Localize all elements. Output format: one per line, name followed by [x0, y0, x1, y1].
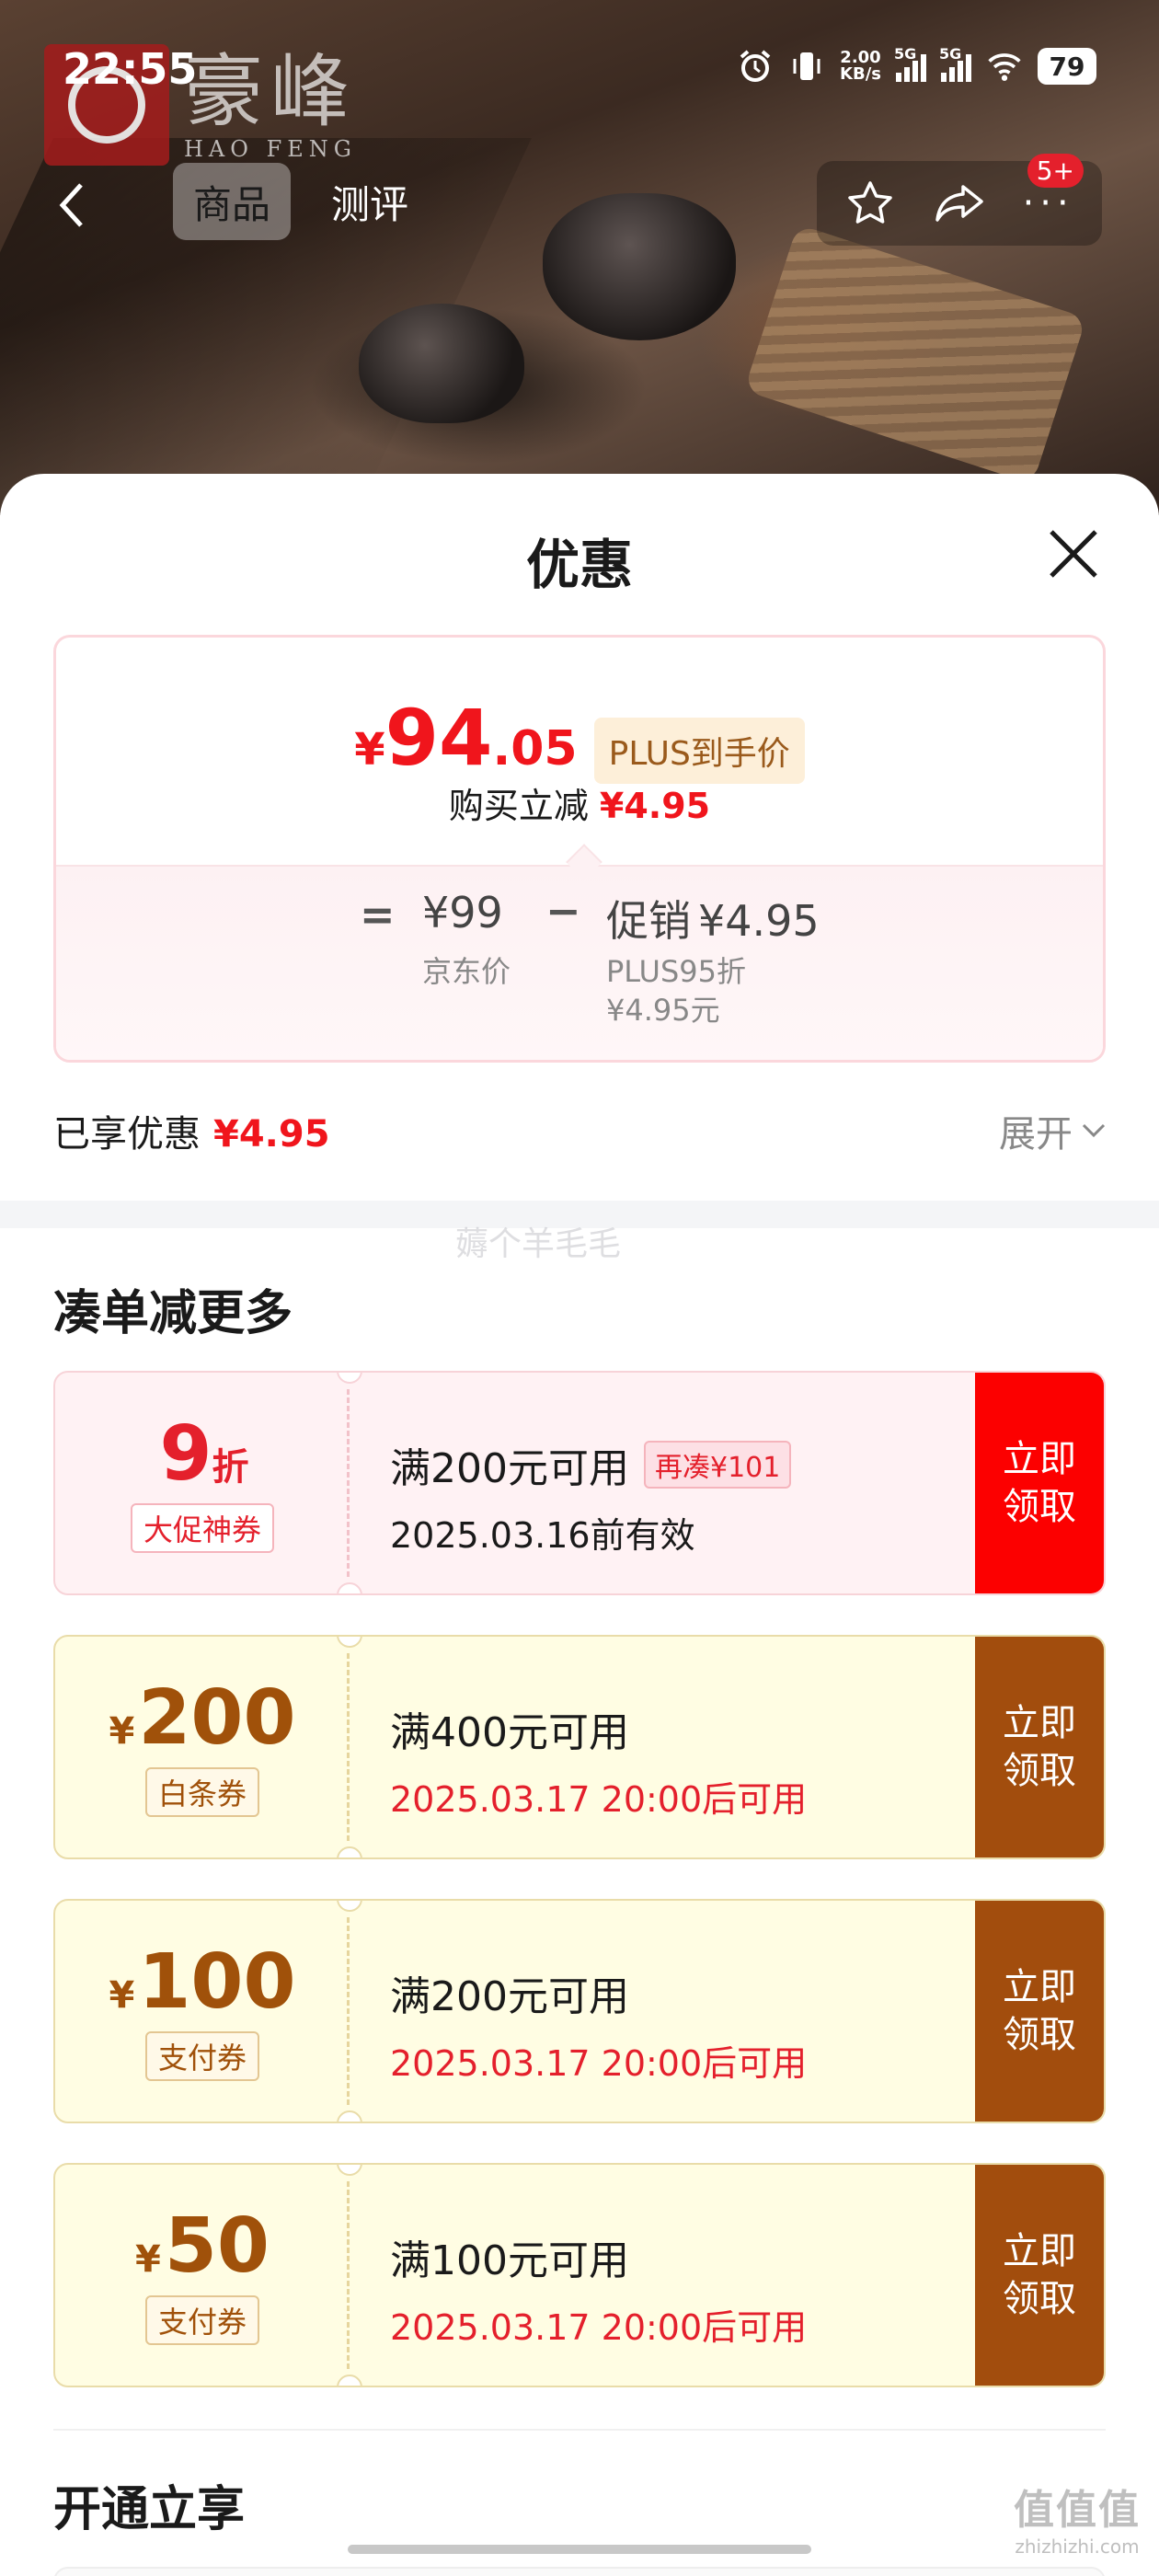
signal-strength-icon: 5G: [894, 45, 926, 82]
close-button[interactable]: [1041, 522, 1106, 586]
teapot-image: [359, 304, 524, 423]
promo-detail-amount: ¥4.95元: [606, 993, 720, 1028]
site-watermark: 值值值 zhizhizhi.com: [1014, 2487, 1141, 2558]
share-button[interactable]: [930, 174, 989, 233]
coupon-validity: 2025.03.17 20:00后可用: [390, 1779, 808, 1820]
network-speed: 2.00 KB/s: [840, 48, 881, 84]
product-nav-bar: 商品 测评 ··· 5+: [0, 154, 1159, 248]
coupon-type: 支付券: [144, 2031, 259, 2081]
tea-towel-image: [743, 224, 1087, 485]
tab-product[interactable]: 商品: [173, 163, 292, 240]
jd-price-label: 京东价: [422, 954, 511, 989]
signal-strength-icon-2: 5G: [939, 45, 971, 82]
section-title-more-deals: 凑单减更多: [53, 1286, 293, 1341]
promo-detail: PLUS95折: [606, 954, 746, 989]
coupon-condition: 满200元可用: [390, 1973, 629, 2020]
coupon-card: 9折 大促神券 满200元可用 再凑¥101 2025.03.16前有效 立即领…: [53, 1371, 1106, 1595]
coupon-card: ¥100 支付券 满200元可用 2025.03.17 20:00后可用 立即领…: [53, 1899, 1106, 2123]
battery-indicator: 79: [1038, 48, 1096, 85]
promo-discount: 促销 ¥4.95: [606, 896, 820, 946]
status-time: 22:55: [63, 44, 198, 94]
back-button[interactable]: [42, 168, 99, 242]
wifi-icon: [986, 48, 1023, 85]
price-breakdown-card: ¥94.05 PLUS到手价 购买立减 ¥4.95 = ¥99 京东价 − 促销 ¥…: [53, 635, 1106, 1063]
coupon-card: ¥200 白条券 满400元可用 2025.03.17 20:00后可用 立即领…: [53, 1635, 1106, 1859]
coupon-value: ¥100: [109, 1938, 296, 2026]
section-title-membership: 开通立享: [53, 2482, 246, 2537]
claim-coupon-button[interactable]: 立即领取: [975, 1901, 1104, 2122]
coupon-type: 支付券: [144, 2295, 259, 2345]
claim-coupon-button[interactable]: 立即领取: [975, 1637, 1104, 1857]
close-icon: [1050, 530, 1097, 578]
coupon-condition: 满400元可用: [390, 1709, 629, 1756]
coupon-type: 大促神券: [130, 1503, 274, 1553]
coupon-condition: 满200元可用: [390, 1445, 629, 1492]
favorite-button[interactable]: [841, 174, 900, 233]
coupon-validity: 2025.03.17 20:00后可用: [390, 2043, 808, 2084]
final-price: ¥94.05: [354, 693, 578, 783]
star-icon: [848, 181, 893, 224]
brand-pinyin: HAO FENG: [184, 136, 357, 162]
expand-button[interactable]: 展开: [999, 1104, 1106, 1157]
vibrate-icon: [788, 48, 825, 85]
membership-card-partial: [53, 2567, 1106, 2576]
instant-reduction: 购买立减 ¥4.95: [448, 786, 711, 826]
coupon-card: ¥50 支付券 满100元可用 2025.03.17 20:00后可用 立即领取: [53, 2163, 1106, 2387]
tab-review[interactable]: 测评: [311, 163, 429, 240]
enjoyed-discount: 已享优惠 ¥4.95: [53, 1113, 330, 1156]
discount-sheet: 优惠 ¥94.05 PLUS到手价 购买立减 ¥4.95 = ¥99 京东价 − …: [0, 474, 1159, 2576]
claim-coupon-button[interactable]: 立即领取: [975, 1373, 1104, 1593]
coupon-shortfall-tag: 再凑¥101: [643, 1441, 792, 1489]
more-dots-icon: ···: [1022, 182, 1074, 224]
claim-coupon-button[interactable]: 立即领取: [975, 2165, 1104, 2386]
sheet-title: 优惠: [525, 534, 633, 596]
jd-price: ¥99: [422, 888, 503, 937]
chevron-down-icon: [1082, 1123, 1106, 1138]
coupon-value: ¥200: [109, 1674, 296, 1762]
watermark: 薅个羊毛毛: [455, 1225, 622, 1263]
chevron-left-icon: [59, 183, 83, 227]
coupon-type: 白条券: [144, 1767, 259, 1817]
message-badge: 5+: [1027, 154, 1084, 188]
coupon-validity: 2025.03.16前有效: [390, 1515, 695, 1556]
alarm-icon: [737, 48, 774, 85]
home-indicator[interactable]: [348, 2545, 811, 2554]
coupon-validity: 2025.03.17 20:00后可用: [390, 2307, 808, 2348]
share-icon: [935, 185, 983, 222]
plus-price-tag: PLUS到手价: [593, 718, 805, 784]
status-bar: 22:55 2.00 KB/s 5G 5G 79: [0, 0, 1159, 138]
status-icons: 2.00 KB/s 5G 5G 79: [737, 45, 1096, 85]
nav-actions: ··· 5+: [817, 154, 1102, 246]
nav-tabs: 商品 测评: [173, 163, 429, 240]
coupon-condition: 满100元可用: [390, 2237, 629, 2284]
coupon-value: ¥50: [135, 2202, 270, 2290]
coupon-value: 9折: [159, 1410, 249, 1498]
